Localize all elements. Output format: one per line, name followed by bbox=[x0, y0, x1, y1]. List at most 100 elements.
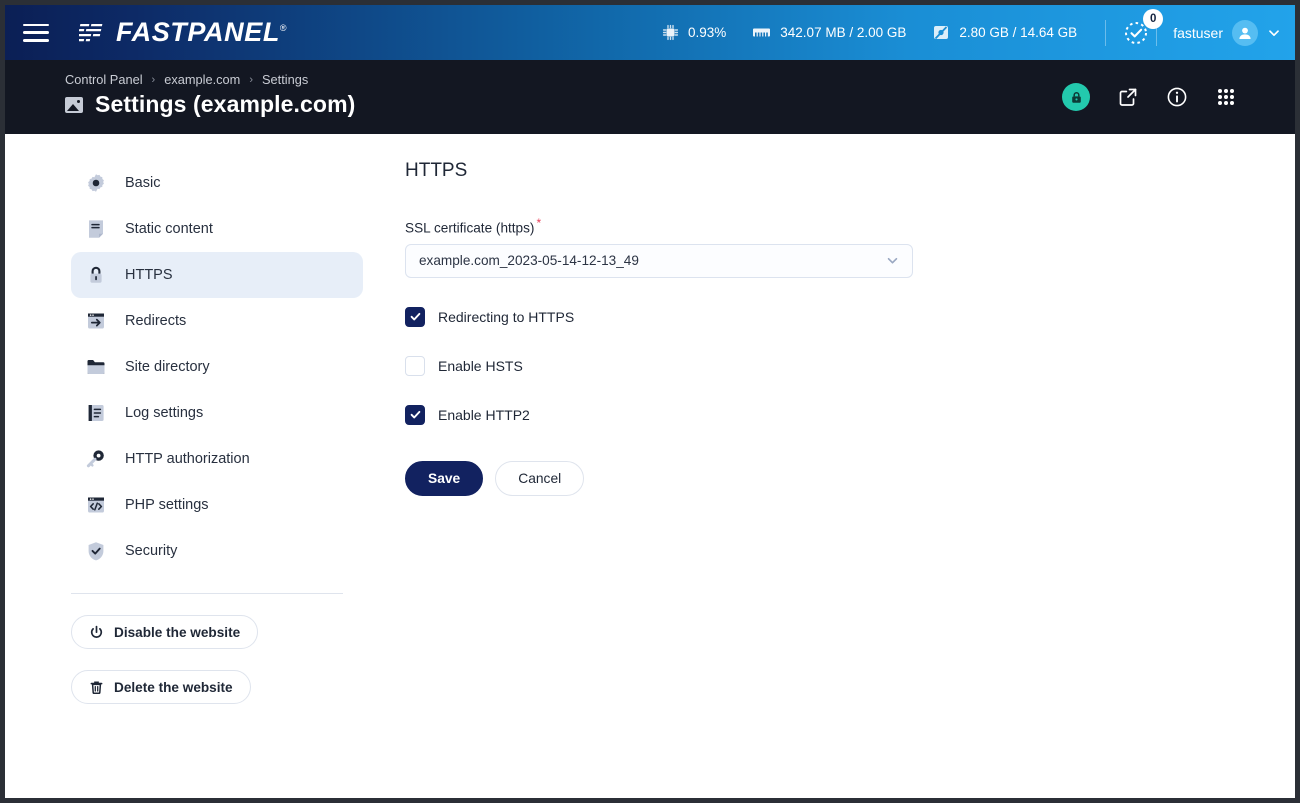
checkbox-enable-hsts[interactable]: Enable HSTS bbox=[405, 355, 523, 376]
breadcrumb-separator: › bbox=[151, 73, 156, 86]
disk-usage-stat: 2.80 GB / 14.64 GB bbox=[932, 24, 1077, 41]
key-icon bbox=[85, 448, 107, 470]
shield-check-icon bbox=[85, 540, 107, 562]
task-count-badge: 0 bbox=[1143, 8, 1164, 29]
sidebar-item-basic[interactable]: Basic bbox=[71, 160, 363, 206]
external-link-icon bbox=[1119, 88, 1137, 106]
apps-grid-icon bbox=[1218, 89, 1234, 105]
page-header: Control Panel › example.com › Settings S… bbox=[5, 60, 1295, 134]
cpu-usage-stat: 0.93% bbox=[662, 24, 726, 41]
sidebar-item-https[interactable]: HTTPS bbox=[71, 252, 363, 298]
checkbox-label: Enable HTTP2 bbox=[438, 406, 530, 423]
sidebar-item-static-content[interactable]: Static content bbox=[71, 206, 363, 252]
ssl-lock-button[interactable] bbox=[1062, 83, 1090, 111]
disk-icon bbox=[934, 26, 949, 40]
divider bbox=[1105, 19, 1107, 46]
ssl-certificate-value: example.com_2023-05-14-12-13_49 bbox=[419, 253, 639, 269]
sidebar-item-label: HTTPS bbox=[125, 267, 173, 283]
sidebar-actions-delete: Delete the website bbox=[71, 649, 365, 704]
required-marker: * bbox=[536, 216, 542, 230]
sidebar-item-redirects[interactable]: Redirects bbox=[71, 298, 363, 344]
log-list-icon bbox=[85, 402, 107, 424]
page-content: Basic Static content HTTPS Redirects Sit… bbox=[5, 134, 1295, 798]
ram-icon bbox=[753, 28, 771, 37]
delete-website-button[interactable]: Delete the website bbox=[71, 670, 251, 704]
sidebar-item-label: Static content bbox=[125, 221, 213, 237]
ssl-certificate-label-text: SSL certificate (https) bbox=[405, 220, 535, 236]
form-actions: Save Cancel bbox=[405, 460, 1255, 496]
sidebar-item-site-directory[interactable]: Site directory bbox=[71, 344, 363, 390]
folder-icon bbox=[85, 356, 107, 378]
user-avatar-icon bbox=[1232, 19, 1258, 46]
checkbox-input[interactable] bbox=[405, 404, 425, 425]
fastpanel-mark-icon bbox=[79, 23, 103, 41]
topbar-status-area: 0.93% 342.07 MB / 2.00 GB 2.80 GB / 14.6… bbox=[662, 5, 1281, 60]
brand-name: FASTPANEL® bbox=[116, 19, 287, 46]
page-title: Settings (example.com) bbox=[95, 91, 356, 117]
username-label: fastuser bbox=[1173, 24, 1223, 41]
chevron-down-icon bbox=[887, 257, 898, 264]
checkbox-redirecting-to-https[interactable]: Redirecting to HTTPS bbox=[405, 306, 575, 327]
user-menu[interactable]: fastuser bbox=[1173, 19, 1281, 46]
save-button[interactable]: Save bbox=[405, 460, 484, 496]
checkbox-enable-http2[interactable]: Enable HTTP2 bbox=[405, 404, 530, 425]
lock-shield-icon bbox=[1062, 83, 1090, 111]
check-icon bbox=[410, 410, 420, 419]
power-icon bbox=[90, 625, 103, 638]
cpu-usage-value: 0.93% bbox=[688, 25, 727, 40]
check-icon bbox=[410, 312, 420, 321]
application-window: FASTPANEL® 0.93% 342.07 MB / 2.00 GB 2.8… bbox=[5, 5, 1295, 798]
info-circle-icon bbox=[1167, 87, 1187, 107]
code-window-icon bbox=[85, 494, 107, 516]
sidebar-item-label: Log settings bbox=[125, 405, 204, 421]
sidebar-actions: Disable the website bbox=[71, 594, 365, 649]
apps-grid-button[interactable] bbox=[1215, 86, 1237, 108]
checkbox-input[interactable] bbox=[405, 306, 425, 327]
sidebar-item-php-settings[interactable]: PHP settings bbox=[71, 482, 363, 528]
memory-usage-stat: 342.07 MB / 2.00 GB bbox=[752, 25, 906, 40]
sidebar-item-label: Site directory bbox=[125, 359, 210, 375]
sidebar-item-label: Basic bbox=[125, 175, 161, 191]
checkbox-label: Enable HSTS bbox=[438, 357, 523, 374]
checkbox-label: Redirecting to HTTPS bbox=[438, 308, 575, 325]
tasks-indicator[interactable]: 0 bbox=[1122, 8, 1164, 48]
hamburger-menu-icon[interactable] bbox=[23, 23, 49, 42]
ssl-certificate-select[interactable]: example.com_2023-05-14-12-13_49 bbox=[405, 243, 913, 278]
fastpanel-logo[interactable]: FASTPANEL® bbox=[79, 19, 287, 46]
document-icon bbox=[85, 218, 107, 240]
sidebar-item-log-settings[interactable]: Log settings bbox=[71, 390, 363, 436]
disable-website-label: Disable the website bbox=[114, 624, 241, 640]
settings-sidebar: Basic Static content HTTPS Redirects Sit… bbox=[5, 160, 365, 798]
cancel-button[interactable]: Cancel bbox=[495, 460, 585, 496]
open-website-button[interactable] bbox=[1117, 86, 1139, 108]
memory-usage-value: 342.07 MB / 2.00 GB bbox=[780, 25, 907, 40]
header-actions bbox=[1062, 83, 1237, 111]
sidebar-item-label: PHP settings bbox=[125, 497, 209, 513]
brand-label: FASTPANEL bbox=[116, 17, 280, 47]
checkbox-input[interactable] bbox=[405, 355, 425, 376]
ssl-certificate-label: SSL certificate (https) * bbox=[405, 216, 1255, 236]
redirect-arrow-icon bbox=[85, 310, 107, 332]
sidebar-item-label: Security bbox=[125, 543, 178, 559]
sidebar-item-label: HTTP authorization bbox=[125, 451, 250, 467]
https-settings-panel: HTTPS SSL certificate (https) * example.c… bbox=[365, 160, 1295, 798]
sidebar-item-security[interactable]: Security bbox=[71, 528, 363, 574]
info-button[interactable] bbox=[1166, 86, 1188, 108]
breadcrumb-item-control-panel[interactable]: Control Panel bbox=[65, 72, 143, 87]
lock-icon bbox=[85, 264, 107, 286]
chevron-down-icon bbox=[1269, 29, 1279, 36]
sidebar-item-label: Redirects bbox=[125, 313, 187, 329]
sidebar-item-http-authorization[interactable]: HTTP authorization bbox=[71, 436, 363, 482]
gear-icon bbox=[85, 172, 107, 194]
site-thumbnail-icon bbox=[65, 96, 83, 113]
disable-website-button[interactable]: Disable the website bbox=[71, 615, 259, 649]
trash-icon bbox=[90, 681, 103, 694]
breadcrumb-separator: › bbox=[249, 73, 253, 86]
breadcrumb-item-settings[interactable]: Settings bbox=[262, 72, 308, 87]
breadcrumb-item-example-com[interactable]: example.com bbox=[164, 72, 240, 87]
registered-mark: ® bbox=[279, 23, 288, 33]
top-navigation-bar: FASTPANEL® 0.93% 342.07 MB / 2.00 GB 2.8… bbox=[5, 5, 1295, 60]
cpu-icon bbox=[662, 24, 679, 41]
delete-website-label: Delete the website bbox=[114, 679, 233, 695]
section-title: HTTPS bbox=[405, 160, 468, 181]
